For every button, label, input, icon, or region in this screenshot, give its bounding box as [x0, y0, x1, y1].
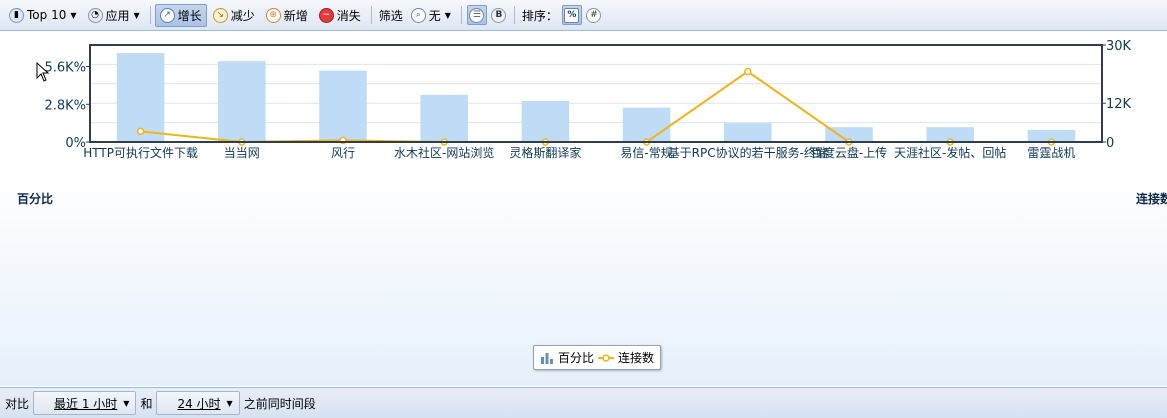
mouse-cursor-icon [36, 62, 50, 82]
category-label-9: 雷霆战机 [1027, 146, 1075, 160]
left-tick-label: 2.8K% [44, 98, 86, 113]
chevron-down-icon: ▼ [133, 10, 140, 20]
category-label-3: 水木社区-网站浏览 [394, 145, 494, 160]
sort-count-button[interactable]: # [584, 5, 604, 25]
new-icon: ⊕ [265, 7, 281, 23]
legend-line-label: 连接数 [618, 351, 655, 365]
legend-item-bar[interactable]: 百分比 [540, 349, 594, 366]
right-tick-label: 30K [1106, 39, 1132, 54]
category-label-4: 灵格斯翻译家 [509, 145, 581, 160]
hash-icon: # [586, 7, 602, 23]
right-tick-label: 12K [1106, 97, 1132, 112]
line-point-0 [136, 127, 145, 136]
app-icon: ◔ [87, 7, 103, 23]
toolbar-separator [149, 6, 151, 24]
category-label-2: 风行 [331, 146, 355, 160]
time-range-value: 最近 1 小时 [54, 396, 118, 411]
legend-item-line[interactable]: 连接数 [598, 349, 654, 366]
minus-circle-icon: − [318, 7, 334, 23]
percent-icon: % [564, 7, 580, 23]
bar-6 [724, 123, 772, 142]
chevron-down-icon: ▼ [70, 10, 77, 20]
left-axis-title: 百分比 [17, 192, 54, 206]
line-marker-icon [598, 353, 615, 362]
top-list-icon: ▮ [9, 7, 24, 23]
trend-down-icon: ↘ [212, 7, 228, 23]
suffix-label: 之前同时间段 [243, 396, 316, 411]
chart-legend: 百分比 连接数 [533, 345, 662, 370]
toolbar-separator [370, 6, 372, 24]
bar-5 [622, 107, 671, 142]
right-axis-title: 连接数 [1136, 192, 1167, 206]
category-label-5: 易信-常规 [620, 145, 672, 160]
chevron-down-icon: ▼ [123, 398, 130, 408]
list-icon: ☰ [469, 7, 485, 23]
chevron-down-icon: ▼ [444, 10, 451, 20]
top-n-dropdown[interactable]: ▮ Top 10 ▼ [4, 4, 82, 27]
toolbar: ▮ Top 10 ▼ ◔ 应用 ▼ ↗ 增长 ↘ 减少 ⊕ 新增 − 消失 筛选… [0, 0, 1167, 31]
trend-up-icon: ↗ [159, 7, 175, 23]
sort-percent-button[interactable]: % [561, 5, 582, 25]
sort-label: 排序： [521, 8, 558, 23]
and-label: 和 [140, 396, 153, 411]
bar-3 [420, 94, 468, 142]
grow-button[interactable]: ↗ 增长 [154, 3, 207, 27]
bar-1 [218, 61, 266, 142]
toolbar-separator [513, 6, 515, 24]
toolbar-separator [460, 6, 462, 24]
reduce-button[interactable]: ↘ 减少 [208, 4, 260, 27]
bar-2 [319, 70, 367, 142]
category-label-7: 百度云盘-上传 [811, 145, 887, 160]
category-label-0: HTTP可执行文件下载 [83, 145, 198, 160]
right-tick-label: 0 [1106, 136, 1114, 151]
new-button[interactable]: ⊕ 新增 [261, 4, 313, 27]
left-tick-label: 5.6K% [44, 61, 86, 76]
app-dropdown[interactable]: ◔ 应用 ▼ [83, 4, 145, 27]
chart-area: 0% 2.8K% 5.6K% 0 12K 30K HTTP可执行文件下载 当当网 风行 水木社区-… [0, 32, 1167, 386]
compare-bar: 对比 最近 1 小时 ▼ 和 24 小时 ▼ 之前同时间段 [0, 387, 1167, 418]
category-label-1: 当当网 [224, 146, 260, 160]
filter-label: 筛选 [378, 8, 403, 23]
bold-button[interactable]: B [489, 5, 509, 25]
category-label-8: 天涯社区-发帖、回帖 [894, 145, 1006, 160]
compare-offset-value: 24 小时 [177, 396, 221, 411]
combo-chart: 0%2.8K%5.6K%012K30KHTTP可执行文件下载 当当网 风行 水木社区-… [44, 39, 1132, 160]
vanish-button[interactable]: − 消失 [314, 4, 366, 27]
chevron-down-icon: ▼ [226, 398, 233, 408]
bold-icon: B [491, 7, 507, 23]
bar-4 [521, 100, 570, 142]
time-range-dropdown[interactable]: 最近 1 小时 ▼ [33, 391, 137, 415]
category-label-6: 基于RPC协议的若干服务-终端 [668, 145, 828, 160]
search-icon: ⌕ [410, 7, 426, 23]
line-point-6 [744, 67, 752, 76]
list-view-button[interactable]: ☰ [466, 5, 487, 25]
compare-offset-dropdown[interactable]: 24 小时 ▼ [156, 391, 240, 415]
bar-chart-icon [541, 352, 553, 364]
legend-bar-label: 百分比 [558, 351, 595, 365]
filter-dropdown[interactable]: ⌕ 无 ▼ [406, 4, 456, 27]
compare-label: 对比 [5, 396, 30, 411]
